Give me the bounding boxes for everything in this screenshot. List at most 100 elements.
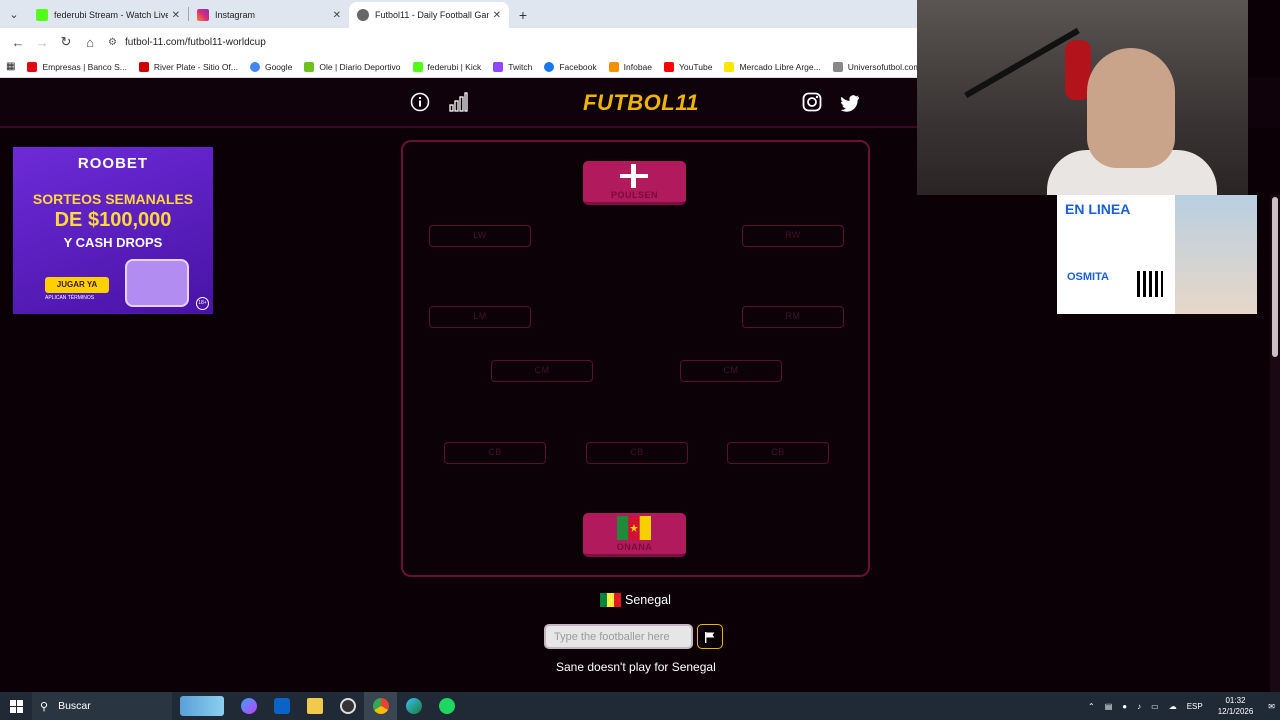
notification-icon[interactable]: ✉ <box>1268 702 1275 711</box>
tab-futbol11[interactable]: Futbol11 - Daily Football Game ✕ <box>349 2 509 28</box>
spotify-icon[interactable] <box>430 692 463 720</box>
bookmark-label: Google <box>264 61 293 72</box>
position-lw[interactable]: LW <box>429 225 531 247</box>
mic-arm <box>964 27 1080 99</box>
instagram-icon[interactable] <box>802 92 822 112</box>
ad-headline-1: SORTEOS SEMANALES <box>32 191 194 207</box>
address-bar[interactable]: ⚙ futbol-11.com/futbol11-worldcup <box>108 31 917 53</box>
twitter-icon[interactable] <box>840 93 860 113</box>
display-icon[interactable]: ▭ <box>1151 702 1159 711</box>
search-label: Buscar <box>58 700 91 712</box>
ad-headline: EN LINEA <box>1065 201 1131 217</box>
network-icon[interactable]: ▤ <box>1105 702 1113 711</box>
system-tray: ⌃ ▤ ● ♪ ▭ ☁ ESP 01:32 12/1/2026 ✉ <box>1083 692 1280 720</box>
close-tab-icon[interactable]: ✕ <box>333 10 341 21</box>
close-tab-icon[interactable]: ✕ <box>172 10 180 21</box>
bookmark-item[interactable]: federubi | Kick <box>412 61 482 72</box>
tab-title: Futbol11 - Daily Football Game <box>375 10 489 20</box>
bookmark-item[interactable]: Infobae <box>608 61 652 72</box>
bookmark-item[interactable]: Mercado Libre Arge... <box>724 61 821 72</box>
tab-kick[interactable]: federubi Stream - Watch Live o ✕ <box>28 2 188 28</box>
tab-instagram[interactable]: Instagram ✕ <box>189 2 349 28</box>
bookmark-item[interactable]: YouTube <box>664 61 712 72</box>
info-icon[interactable] <box>410 92 430 112</box>
page-scrollbar[interactable] <box>1270 195 1280 692</box>
bookmark-label: Ole | Diario Deportivo <box>319 61 401 72</box>
windows-start-icon[interactable] <box>0 692 32 720</box>
youtube-icon <box>664 61 675 72</box>
roobet-ad-banner[interactable]: ROOBET SORTEOS SEMANALES DE $100,000 Y C… <box>13 147 213 314</box>
bookmark-item[interactable]: Google <box>249 61 293 72</box>
bookmark-item[interactable]: Universofutbol.com... <box>832 61 917 72</box>
bookmark-item[interactable]: Twitch <box>493 61 533 72</box>
forward-arrow-icon[interactable]: → <box>30 30 54 54</box>
chevron-up-icon[interactable]: ⌃ <box>1088 702 1095 711</box>
ad-cta-button[interactable]: JUGAR YA <box>45 277 109 293</box>
bookmark-label: Twitch <box>508 61 533 72</box>
kick-icon <box>36 9 48 21</box>
bookmark-icon <box>304 61 315 72</box>
twitch-icon <box>493 61 504 72</box>
back-arrow-icon[interactable]: ← <box>6 30 30 54</box>
language-indicator[interactable]: ESP <box>1187 702 1203 711</box>
bookmark-icon <box>138 61 149 72</box>
obs-icon[interactable] <box>331 692 364 720</box>
google-icon <box>249 61 260 72</box>
taskbar-search[interactable]: ⚲ Buscar <box>32 692 172 720</box>
goalkeeper-name: ONANA <box>616 542 653 552</box>
site-info-icon[interactable]: ⚙ <box>108 37 117 48</box>
site-logo[interactable]: FUTBOL11 <box>583 90 699 116</box>
apps-grid-icon[interactable]: ▦ <box>6 61 15 72</box>
stats-bars-icon[interactable] <box>448 92 468 112</box>
flag-icon <box>705 631 715 643</box>
microphone-icon[interactable]: ● <box>1122 702 1127 711</box>
bookmark-item[interactable]: River Plate - Sitio Of... <box>138 61 238 72</box>
instagram-icon <box>197 9 209 21</box>
give-up-flag-button[interactable] <box>697 624 723 649</box>
clock[interactable]: 01:32 12/1/2026 <box>1218 695 1254 717</box>
position-cb-center[interactable]: CB <box>586 442 688 464</box>
widgets-icon[interactable] <box>172 692 232 720</box>
bookmark-label: Universofutbol.com... <box>847 61 917 72</box>
country-name: Senegal <box>625 593 671 607</box>
bookmark-item[interactable]: Empresas | Banco S... <box>27 61 127 72</box>
footballer-search-input[interactable] <box>544 624 693 649</box>
windows-taskbar: ⚲ Buscar ⌃ ▤ ● ♪ ▭ ☁ ESP 01:32 12/1/2026… <box>0 692 1280 720</box>
ad-family-photo <box>1175 195 1257 314</box>
scrollbar-thumb[interactable] <box>1272 197 1278 357</box>
reload-icon[interactable]: ↻ <box>54 30 78 54</box>
file-explorer-icon[interactable] <box>298 692 331 720</box>
outlook-icon[interactable] <box>265 692 298 720</box>
osmita-ad-banner[interactable]: EN LINEA OSMITA <box>1057 195 1257 314</box>
chrome-icon[interactable] <box>364 692 397 720</box>
position-cb-left[interactable]: CB <box>444 442 546 464</box>
tab-title: federubi Stream - Watch Live o <box>54 10 168 20</box>
bookmark-item[interactable]: Ole | Diario Deportivo <box>304 61 401 72</box>
bookmark-label: Mercado Libre Arge... <box>739 61 821 72</box>
position-rw[interactable]: RW <box>742 225 844 247</box>
goalkeeper-slot[interactable]: ONANA <box>583 513 686 557</box>
new-tab-button[interactable]: + <box>509 2 537 28</box>
volume-icon[interactable]: ♪ <box>1137 702 1141 711</box>
position-rm[interactable]: RM <box>742 306 844 328</box>
tab-search-chevron-icon[interactable]: ⌄ <box>0 0 28 28</box>
ad-brand: ROOBET <box>77 155 149 172</box>
senegal-flag-icon <box>600 593 621 607</box>
striker-slot[interactable]: POULSEN <box>583 161 686 205</box>
home-icon[interactable]: ⌂ <box>78 30 102 54</box>
bookmark-label: federubi | Kick <box>427 61 482 72</box>
position-cm-right[interactable]: CM <box>680 360 782 382</box>
close-tab-icon[interactable]: ✕ <box>493 10 501 21</box>
feedback-message: Sane doesn't play for Senegal <box>556 660 716 674</box>
bookmark-item[interactable]: Facebook <box>544 61 597 72</box>
ad-headline-3: Y CASH DROPS <box>63 235 163 250</box>
copilot-icon[interactable] <box>232 692 265 720</box>
position-cb-right[interactable]: CB <box>727 442 829 464</box>
edge-icon[interactable] <box>397 692 430 720</box>
position-cm-left[interactable]: CM <box>491 360 593 382</box>
current-country: Senegal <box>600 593 671 607</box>
cloud-icon[interactable]: ☁ <box>1169 702 1177 711</box>
streamer-face <box>1087 48 1175 168</box>
kick-icon <box>412 61 423 72</box>
position-lm[interactable]: LM <box>429 306 531 328</box>
